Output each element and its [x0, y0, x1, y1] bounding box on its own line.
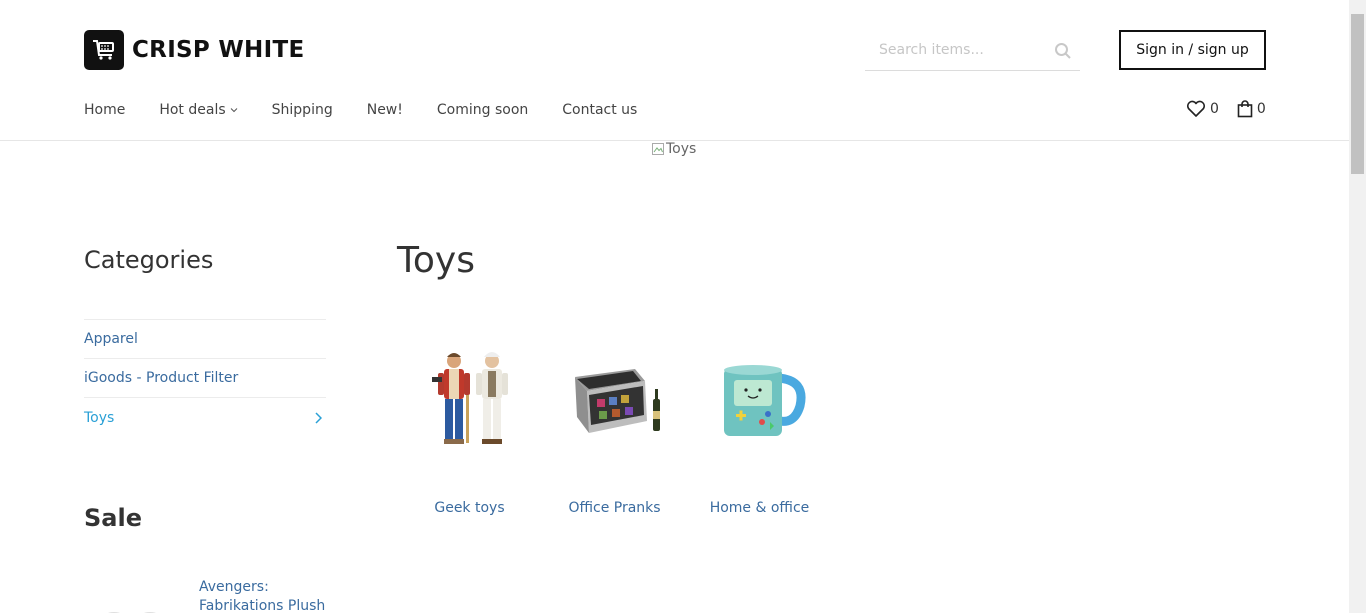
- nav-item-label: Home: [84, 102, 126, 118]
- action-figures-image[interactable]: [397, 340, 542, 460]
- search-icon[interactable]: [1054, 42, 1072, 60]
- heart-icon: [1186, 100, 1206, 117]
- sign-in-button[interactable]: Sign in / sign up: [1119, 30, 1266, 70]
- cart-link[interactable]: 0: [1237, 100, 1266, 118]
- nav-item-label: Contact us: [562, 102, 638, 118]
- category-banner-image: Toys: [652, 141, 696, 157]
- nav-item-label: Hot deals: [159, 102, 226, 118]
- scrollbar-thumb[interactable]: [1351, 14, 1364, 174]
- category-item-apparel[interactable]: Apparel: [84, 320, 326, 359]
- category-label: iGoods - Product Filter: [84, 370, 239, 386]
- category-item-igoods[interactable]: iGoods - Product Filter: [84, 359, 326, 398]
- category-list: Apparel iGoods - Product Filter Toys: [84, 319, 326, 437]
- header-counters: 0 0: [1186, 100, 1266, 118]
- nav-item-label: Shipping: [271, 102, 333, 118]
- shopping-bag-icon: [1237, 100, 1253, 118]
- brand-name: CRISP WHITE: [132, 37, 305, 63]
- page-scrollbar[interactable]: [1349, 0, 1366, 613]
- nav-item-shipping[interactable]: Shipping: [272, 100, 333, 120]
- sale-product-thumbnail[interactable]: [84, 600, 184, 613]
- briefcase-image[interactable]: [542, 340, 687, 460]
- subcategory-grid: Geek toys Office Pranks Home & office: [397, 340, 832, 516]
- category-item-toys[interactable]: Toys: [84, 398, 326, 437]
- subcategory-label: Geek toys: [434, 500, 505, 516]
- categories-sidebar: Categories Apparel iGoods - Product Filt…: [84, 244, 326, 426]
- nav-item-label: Coming soon: [436, 102, 529, 118]
- wishlist-count: 0: [1210, 101, 1219, 117]
- nav-item-label: New!: [366, 102, 403, 118]
- cart-logo-icon: [84, 30, 124, 70]
- cart-count: 0: [1256, 101, 1266, 117]
- subcategory-label: Office Pranks: [568, 500, 661, 516]
- brand-logo[interactable]: CRISP WHITE: [84, 30, 304, 70]
- subcategory-office-pranks[interactable]: Office Pranks: [542, 340, 687, 516]
- category-label: Toys: [84, 409, 115, 426]
- bmo-mug-image[interactable]: [687, 340, 832, 460]
- broken-image-icon: [652, 143, 664, 155]
- categories-title: Categories: [84, 246, 214, 274]
- banner-alt-text: Toys: [666, 141, 697, 157]
- page-title: Toys: [397, 240, 475, 281]
- search-box: [865, 29, 1080, 71]
- nav-item-home[interactable]: Home: [84, 100, 125, 120]
- wishlist-link[interactable]: 0: [1186, 100, 1219, 118]
- search-input[interactable]: [879, 39, 1044, 61]
- sale-product-link[interactable]: Avengers: Fabrikations Plush: [199, 578, 329, 613]
- chevron-right-icon: [315, 411, 322, 424]
- nav-item-coming-soon[interactable]: Coming soon: [437, 100, 528, 120]
- main-nav: Home Hot deals Shipping New! Coming soon…: [84, 100, 671, 120]
- chevron-down-icon: [230, 108, 237, 113]
- site-header: CRISP WHITE Sign in / sign up Home Hot d…: [0, 0, 1349, 141]
- category-label: Apparel: [84, 331, 138, 347]
- nav-item-new[interactable]: New!: [367, 100, 403, 120]
- subcategory-label: Home & office: [709, 500, 810, 516]
- subcategory-geek-toys[interactable]: Geek toys: [397, 340, 542, 516]
- subcategory-home-office[interactable]: Home & office: [687, 340, 832, 516]
- sale-title: Sale: [84, 504, 142, 532]
- nav-item-hot-deals[interactable]: Hot deals: [159, 100, 237, 120]
- nav-item-contact-us[interactable]: Contact us: [562, 100, 637, 120]
